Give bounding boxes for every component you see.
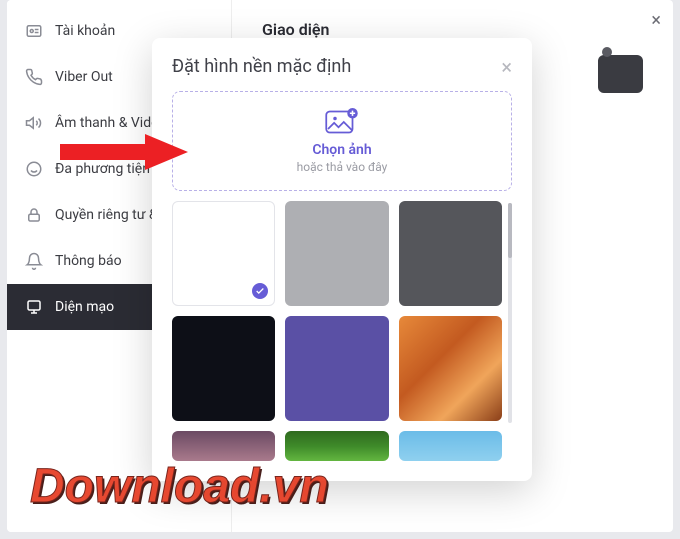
background-thumb[interactable] <box>172 316 275 421</box>
sidebar-item-label: Thông báo <box>55 253 122 269</box>
speaker-icon <box>25 114 43 132</box>
smile-icon <box>25 160 43 178</box>
modal-title: Đặt hình nền mặc định <box>172 56 351 77</box>
modal-header: Đặt hình nền mặc định × <box>172 56 512 77</box>
background-thumb[interactable] <box>399 316 502 421</box>
sidebar-item-label: Đa phương tiện <box>55 161 150 177</box>
selected-check-icon <box>252 283 268 299</box>
palette-icon <box>25 298 43 316</box>
sidebar-item-label: Viber Out <box>55 69 113 85</box>
background-thumb[interactable] <box>172 431 275 461</box>
set-default-background-modal: Đặt hình nền mặc định × Chọn ảnh hoặc th… <box>152 38 532 481</box>
sidebar-item-label: Tài khoản <box>55 23 115 39</box>
phone-icon <box>25 68 43 86</box>
close-icon[interactable]: × <box>501 57 512 77</box>
dropzone-label: Chọn ảnh <box>312 142 371 158</box>
dropzone-sublabel: hoặc thả vào đây <box>297 160 388 174</box>
background-thumb[interactable] <box>399 431 502 461</box>
sidebar-item-label: Âm thanh & Video <box>55 115 167 131</box>
close-settings-button[interactable]: × <box>651 10 661 31</box>
upload-dropzone[interactable]: Chọn ảnh hoặc thả vào đây <box>172 91 512 191</box>
bell-icon <box>25 252 43 270</box>
background-thumb[interactable] <box>399 201 502 306</box>
thumbs-scrollbar[interactable] <box>508 203 512 423</box>
page-title: Giao diện <box>262 20 643 39</box>
background-thumb[interactable] <box>285 316 388 421</box>
lock-icon <box>25 206 43 224</box>
background-thumb[interactable] <box>285 431 388 461</box>
account-icon <box>25 22 43 40</box>
image-plus-icon <box>324 108 360 136</box>
sidebar-item-label: Diện mạo <box>55 299 114 315</box>
background-thumb[interactable] <box>285 201 388 306</box>
theme-preview-thumb[interactable] <box>598 55 643 93</box>
background-thumbs-grid <box>172 201 502 461</box>
background-thumb[interactable] <box>172 201 275 306</box>
